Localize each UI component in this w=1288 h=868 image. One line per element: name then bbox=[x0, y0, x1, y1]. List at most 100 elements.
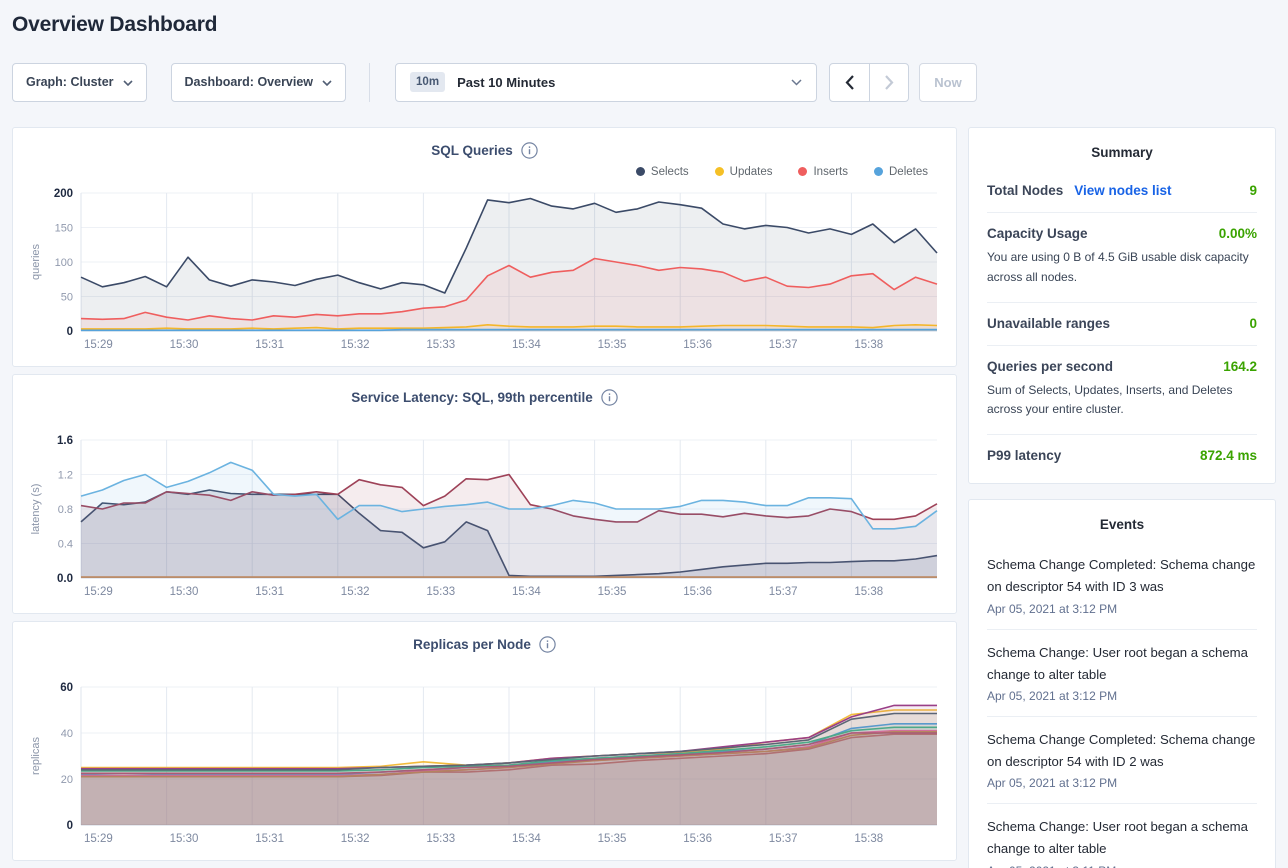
summary-item-value: 0.00% bbox=[1219, 226, 1257, 241]
svg-text:100: 100 bbox=[55, 257, 73, 269]
chart-legend: Selects Updates Inserts Deletes bbox=[25, 162, 944, 181]
chart-title: Replicas per Node bbox=[413, 637, 531, 652]
summary-item-value: 9 bbox=[1249, 183, 1257, 198]
svg-text:60: 60 bbox=[60, 682, 73, 694]
summary-items: Total Nodes View nodes list 9 Capacity Usag… bbox=[987, 170, 1257, 477]
replicas-per-node-chart-card: Replicas per Node 020406015:2915:3015:31… bbox=[12, 621, 957, 861]
graph-selector-label: Graph: Cluster bbox=[26, 75, 114, 89]
event-item: Schema Change Completed: Schema change o… bbox=[987, 542, 1257, 628]
svg-text:15:33: 15:33 bbox=[426, 339, 455, 351]
summary-item: Capacity Usage 0.00% You are using 0 B of … bbox=[987, 212, 1257, 302]
summary-item: Queries per second164.2Sum of Selects, U… bbox=[987, 345, 1257, 435]
svg-text:0: 0 bbox=[67, 820, 73, 832]
summary-item-label: Total Nodes bbox=[987, 183, 1063, 198]
svg-text:15:34: 15:34 bbox=[512, 586, 541, 598]
summary-item-value: 0 bbox=[1249, 316, 1257, 331]
view-nodes-link[interactable]: View nodes list bbox=[1074, 183, 1171, 198]
svg-text:15:36: 15:36 bbox=[683, 586, 712, 598]
graph-selector-dropdown[interactable]: Graph: Cluster bbox=[12, 63, 147, 102]
time-range-label: Past 10 Minutes bbox=[457, 75, 555, 90]
svg-text:15:35: 15:35 bbox=[598, 339, 627, 351]
legend-item-inserts[interactable]: Inserts bbox=[798, 166, 848, 178]
svg-text:15:37: 15:37 bbox=[769, 833, 798, 845]
legend-dot bbox=[715, 167, 724, 176]
legend-dot bbox=[874, 167, 883, 176]
summary-item: P99 latency872.4 ms bbox=[987, 434, 1257, 477]
svg-text:15:38: 15:38 bbox=[854, 833, 883, 845]
summary-item-description: Sum of Selects, Updates, Inserts, and De… bbox=[987, 381, 1257, 421]
events-panel: Events Schema Change Completed: Schema c… bbox=[968, 499, 1276, 868]
legend-label: Updates bbox=[730, 166, 773, 178]
svg-text:15:31: 15:31 bbox=[255, 586, 284, 598]
service-latency-chart[interactable]: 0.00.40.81.21.615:2915:3015:3115:3215:33… bbox=[25, 428, 944, 615]
event-item: Schema Change: User root began a schema … bbox=[987, 629, 1257, 716]
summary-item-description: You are using 0 B of 4.5 GiB usable disk… bbox=[987, 248, 1257, 288]
summary-item-value: 164.2 bbox=[1223, 359, 1257, 374]
now-button[interactable]: Now bbox=[919, 63, 977, 102]
dashboard-selector-dropdown[interactable]: Dashboard: Overview bbox=[171, 63, 347, 102]
svg-text:15:31: 15:31 bbox=[255, 833, 284, 845]
replicas-per-node-chart[interactable]: 020406015:2915:3015:3115:3215:3315:3415:… bbox=[25, 675, 944, 862]
svg-text:replicas: replicas bbox=[30, 737, 42, 775]
info-icon[interactable] bbox=[539, 636, 556, 653]
events-title: Events bbox=[987, 517, 1257, 542]
svg-text:15:29: 15:29 bbox=[84, 833, 113, 845]
summary-item-value: 872.4 ms bbox=[1200, 448, 1257, 463]
svg-text:15:32: 15:32 bbox=[341, 833, 370, 845]
event-timestamp: Apr 05, 2021 at 3:12 PM bbox=[987, 776, 1257, 790]
summary-panel: Summary Total NodesView nodes list9Capac… bbox=[968, 127, 1276, 484]
svg-text:0.0: 0.0 bbox=[57, 573, 73, 585]
svg-text:40: 40 bbox=[61, 728, 73, 740]
svg-text:200: 200 bbox=[54, 188, 73, 200]
svg-text:1.6: 1.6 bbox=[57, 435, 73, 447]
svg-text:15:33: 15:33 bbox=[426, 833, 455, 845]
chevron-right-icon bbox=[885, 75, 894, 90]
legend-label: Inserts bbox=[813, 166, 848, 178]
dashboard-content: SQL Queries Selects Updates Inserts Deletes… bbox=[0, 127, 1288, 868]
legend-item-selects[interactable]: Selects bbox=[636, 166, 689, 178]
svg-text:15:34: 15:34 bbox=[512, 833, 541, 845]
chevron-down-icon bbox=[322, 80, 332, 86]
page-title: Overview Dashboard bbox=[0, 0, 1288, 37]
svg-text:15:37: 15:37 bbox=[769, 586, 798, 598]
sql-queries-chart-card: SQL Queries Selects Updates Inserts Deletes… bbox=[12, 127, 957, 367]
svg-text:15:30: 15:30 bbox=[170, 586, 199, 598]
svg-text:15:35: 15:35 bbox=[598, 833, 627, 845]
event-message: Schema Change Completed: Schema change o… bbox=[987, 554, 1257, 598]
dashboard-selector-label: Dashboard: Overview bbox=[185, 75, 314, 89]
svg-text:15:30: 15:30 bbox=[170, 339, 199, 351]
event-item: Schema Change: User root began a schema … bbox=[987, 803, 1257, 868]
svg-text:15:32: 15:32 bbox=[341, 339, 370, 351]
event-item: Schema Change Completed: Schema change o… bbox=[987, 716, 1257, 803]
chart-legend bbox=[25, 409, 944, 428]
svg-text:15:35: 15:35 bbox=[598, 586, 627, 598]
summary-item-label: Capacity Usage bbox=[987, 226, 1088, 241]
svg-text:15:31: 15:31 bbox=[255, 339, 284, 351]
service-latency-chart-card: Service Latency: SQL, 99th percentile 0.… bbox=[12, 374, 957, 614]
event-items: Schema Change Completed: Schema change o… bbox=[987, 542, 1257, 868]
legend-item-deletes[interactable]: Deletes bbox=[874, 166, 928, 178]
info-icon[interactable] bbox=[521, 142, 538, 159]
charts-column: SQL Queries Selects Updates Inserts Deletes… bbox=[12, 127, 957, 861]
summary-item: Unavailable ranges 0 bbox=[987, 302, 1257, 345]
legend-label: Selects bbox=[651, 166, 689, 178]
summary-item-label: Unavailable ranges bbox=[987, 316, 1110, 331]
legend-dot bbox=[636, 167, 645, 176]
legend-item-updates[interactable]: Updates bbox=[715, 166, 773, 178]
summary-item: Total Nodes View nodes list 9 bbox=[987, 170, 1257, 212]
legend-dot bbox=[798, 167, 807, 176]
svg-text:15:36: 15:36 bbox=[683, 339, 712, 351]
svg-text:0.8: 0.8 bbox=[58, 504, 73, 516]
svg-text:150: 150 bbox=[55, 223, 73, 235]
event-timestamp: Apr 05, 2021 at 3:11 PM bbox=[987, 864, 1257, 868]
sql-queries-chart[interactable]: 05010015020015:2915:3015:3115:3215:3315:… bbox=[25, 181, 944, 368]
time-range-dropdown[interactable]: 10m Past 10 Minutes bbox=[395, 63, 817, 102]
info-icon[interactable] bbox=[601, 389, 618, 406]
next-time-window-button[interactable] bbox=[869, 64, 908, 101]
svg-text:1.2: 1.2 bbox=[58, 470, 73, 482]
previous-time-window-button[interactable] bbox=[830, 64, 869, 101]
svg-text:15:38: 15:38 bbox=[854, 339, 883, 351]
sidebar: Summary Total NodesView nodes list9Capac… bbox=[968, 127, 1276, 868]
chart-title: SQL Queries bbox=[431, 143, 513, 158]
svg-text:15:30: 15:30 bbox=[170, 833, 199, 845]
